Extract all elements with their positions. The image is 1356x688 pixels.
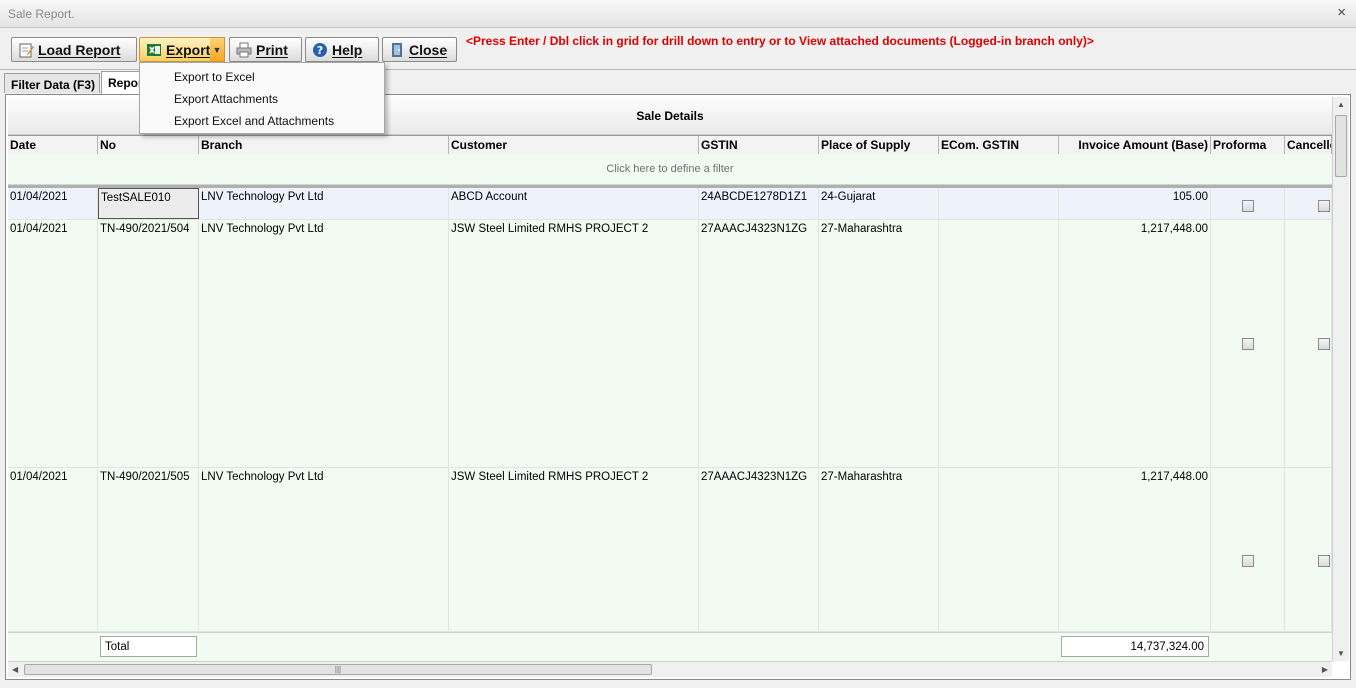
column-header-place-of-supply[interactable]: Place of Supply (819, 136, 939, 154)
column-header-cancelled[interactable]: Cancelled (1285, 136, 1332, 154)
cell-cancelled (1285, 220, 1332, 467)
cell-proforma (1211, 468, 1285, 631)
cell-ecom-gstin[interactable] (939, 468, 1059, 631)
report-edit-icon (19, 43, 34, 57)
scroll-left-icon[interactable]: ◀ (12, 665, 18, 674)
menu-item-export-to-excel[interactable]: Export to Excel (174, 70, 255, 84)
column-headers: Date No Branch Customer GSTIN Place of S… (8, 135, 1332, 155)
cell-invoice-amount[interactable]: 1,217,448.00 (1059, 220, 1211, 467)
title-bar: Sale Report. × (0, 0, 1356, 28)
proforma-checkbox[interactable] (1242, 555, 1254, 567)
cell-customer[interactable]: JSW Steel Limited RMHS PROJECT 2 (449, 468, 699, 631)
drilldown-hint: <Press Enter / Dbl click in grid for dri… (466, 34, 1094, 48)
horizontal-scrollbar[interactable]: ◀ ||| ▶ (8, 661, 1332, 677)
exit-door-icon (392, 42, 402, 57)
cancelled-checkbox[interactable] (1318, 338, 1330, 350)
proforma-checkbox[interactable] (1242, 200, 1254, 212)
help-label: Help (332, 41, 363, 58)
cell-place-of-supply[interactable]: 24-Gujarat (819, 188, 939, 219)
column-header-date[interactable]: Date (8, 136, 98, 154)
tab-filter-data[interactable]: Filter Data (F3) (4, 73, 100, 93)
window-title: Sale Report. (8, 7, 75, 21)
vertical-scrollbar[interactable]: ▲ ▼ (1332, 97, 1349, 661)
cell-customer[interactable]: JSW Steel Limited RMHS PROJECT 2 (449, 220, 699, 467)
table-row[interactable]: 01/04/2021 TN-490/2021/504 LNV Technolog… (8, 220, 1332, 468)
cell-ecom-gstin[interactable] (939, 188, 1059, 219)
scroll-up-icon[interactable]: ▲ (1337, 100, 1345, 109)
help-icon: ? (313, 42, 327, 57)
cell-place-of-supply[interactable]: 27-Maharashtra (819, 468, 939, 631)
filter-row[interactable]: Click here to define a filter (8, 154, 1332, 185)
total-row: Total 14,737,324.00 (8, 632, 1332, 661)
cell-branch[interactable]: LNV Technology Pvt Ltd (199, 188, 449, 219)
menu-item-export-attachments[interactable]: Export Attachments (174, 92, 278, 106)
column-header-ecom-gstin[interactable]: ECom. GSTIN (939, 136, 1059, 154)
cell-cancelled (1285, 468, 1332, 631)
report-grid: Sale Details Date No Branch Customer GST… (5, 94, 1351, 680)
cell-place-of-supply[interactable]: 27-Maharashtra (819, 220, 939, 467)
print-button[interactable]: Print (229, 37, 302, 62)
cell-cancelled (1285, 188, 1332, 219)
cell-date[interactable]: 01/04/2021 (8, 188, 98, 219)
total-label: Total (100, 636, 197, 657)
column-header-no[interactable]: No (98, 136, 199, 154)
cancelled-checkbox[interactable] (1318, 200, 1330, 212)
printer-icon (236, 42, 252, 57)
help-button[interactable]: ? Help (305, 37, 379, 62)
cell-proforma (1211, 220, 1285, 467)
cell-proforma (1211, 188, 1285, 219)
window-close-icon[interactable]: × (1337, 4, 1346, 21)
export-menu: Export to Excel Export Attachments Expor… (139, 62, 385, 134)
export-label: Export (166, 41, 211, 58)
export-button[interactable]: Export (139, 37, 211, 62)
svg-text:?: ? (317, 44, 323, 57)
table-row[interactable]: 01/04/2021 TestSALE010 LNV Technology Pv… (8, 188, 1332, 220)
cell-branch[interactable]: LNV Technology Pvt Ltd (199, 220, 449, 467)
load-report-label: Load Report (38, 41, 121, 58)
print-label: Print (256, 41, 288, 58)
scroll-down-icon[interactable]: ▼ (1337, 649, 1345, 658)
cell-date[interactable]: 01/04/2021 (8, 220, 98, 467)
cell-no[interactable]: TestSALE010 (98, 188, 199, 219)
proforma-checkbox[interactable] (1242, 338, 1254, 350)
table-row[interactable]: 01/04/2021 TN-490/2021/505 LNV Technolog… (8, 468, 1332, 632)
column-header-gstin[interactable]: GSTIN (699, 136, 819, 154)
close-button[interactable]: Close (382, 37, 457, 62)
cell-gstin[interactable]: 24ABCDE1278D1Z1 (699, 188, 819, 219)
export-dropdown-arrow-icon[interactable]: ▼ (210, 37, 225, 62)
cell-branch[interactable]: LNV Technology Pvt Ltd (199, 468, 449, 631)
cell-invoice-amount[interactable]: 105.00 (1059, 188, 1211, 219)
cell-ecom-gstin[interactable] (939, 220, 1059, 467)
menu-item-export-excel-and-attachments[interactable]: Export Excel and Attachments (174, 114, 334, 128)
close-label: Close (409, 41, 448, 58)
cell-no[interactable]: TN-490/2021/505 (98, 468, 199, 631)
load-report-button[interactable]: Load Report (11, 37, 137, 62)
cell-customer[interactable]: ABCD Account (449, 188, 699, 219)
column-header-customer[interactable]: Customer (449, 136, 699, 154)
cell-gstin[interactable]: 27AAACJ4323N1ZG (699, 220, 819, 467)
total-invoice-amount: 14,737,324.00 (1061, 636, 1209, 657)
cell-no[interactable]: TN-490/2021/504 (98, 220, 199, 467)
horizontal-scroll-thumb[interactable]: ||| (24, 664, 652, 675)
cancelled-checkbox[interactable] (1318, 555, 1330, 567)
cell-gstin[interactable]: 27AAACJ4323N1ZG (699, 468, 819, 631)
cell-invoice-amount[interactable]: 1,217,448.00 (1059, 468, 1211, 631)
column-header-invoice-amount[interactable]: Invoice Amount (Base) (1059, 136, 1211, 154)
scroll-right-icon[interactable]: ▶ (1322, 665, 1328, 674)
excel-icon (147, 43, 161, 56)
cell-date[interactable]: 01/04/2021 (8, 468, 98, 631)
vertical-scroll-thumb[interactable] (1335, 115, 1347, 177)
column-header-proforma[interactable]: Proforma (1211, 136, 1285, 154)
column-header-branch[interactable]: Branch (199, 136, 449, 154)
